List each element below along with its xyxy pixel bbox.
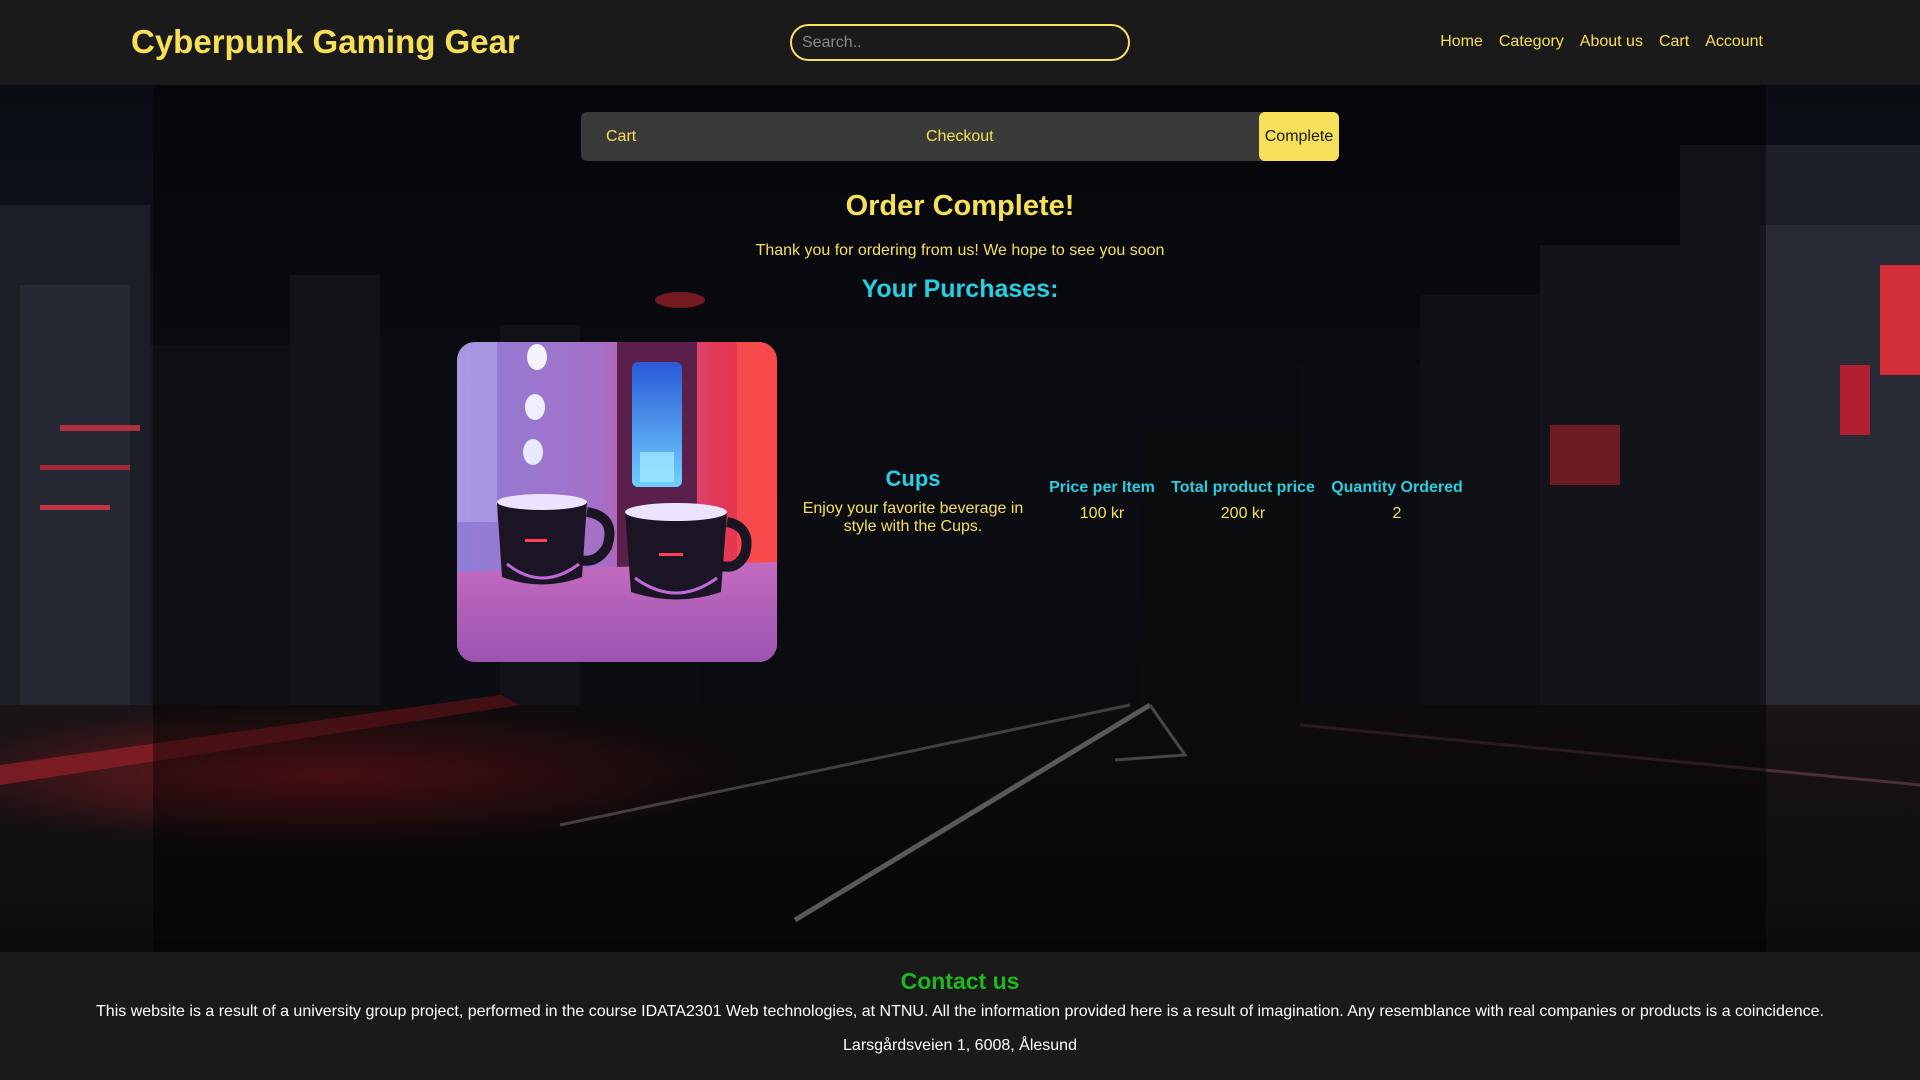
order-complete-title: Order Complete! xyxy=(845,190,1075,222)
site-title[interactable]: Cyberpunk Gaming Gear xyxy=(131,20,520,64)
nav-category[interactable]: Category xyxy=(1499,31,1564,53)
step-complete[interactable]: Complete xyxy=(1259,112,1339,161)
product-description: Enjoy your favorite beverage in style wi… xyxy=(802,500,1024,535)
checkout-progress: Cart Checkout Complete xyxy=(581,112,1339,161)
nav-home[interactable]: Home xyxy=(1440,31,1483,53)
product-name: Cups xyxy=(885,466,941,491)
search-input[interactable] xyxy=(790,24,1130,61)
contact-us-title: Contact us xyxy=(900,968,1020,994)
nav-cart[interactable]: Cart xyxy=(1659,31,1689,53)
site-header: Cyberpunk Gaming Gear Home Category Abou… xyxy=(0,0,1920,85)
step-checkout[interactable]: Checkout xyxy=(926,112,994,161)
price-per-item-header: Price per Item xyxy=(1049,479,1155,496)
your-purchases-title: Your Purchases: xyxy=(861,275,1059,303)
total-price-value: 200 kr xyxy=(1220,505,1266,522)
quantity-value: 2 xyxy=(1392,505,1402,522)
thank-you-message: Thank you for ordering from us! We hope … xyxy=(755,242,1165,259)
price-per-item-value: 100 kr xyxy=(1079,505,1125,522)
main-nav: Home Category About us Cart Account xyxy=(1440,31,1763,53)
step-cart[interactable]: Cart xyxy=(606,112,636,161)
nav-account[interactable]: Account xyxy=(1705,31,1763,53)
total-price-header: Total product price xyxy=(1171,479,1315,496)
footer-disclaimer: This website is a result of a university… xyxy=(96,1003,1824,1020)
quantity-header: Quantity Ordered xyxy=(1331,479,1463,496)
cyberpunk-cups-image xyxy=(457,342,777,662)
footer-address: Larsgårdsveien 1, 6008, Ålesund xyxy=(843,1037,1077,1054)
nav-about-us[interactable]: About us xyxy=(1580,31,1643,53)
site-footer: Contact us This website is a result of a… xyxy=(0,952,1920,1080)
